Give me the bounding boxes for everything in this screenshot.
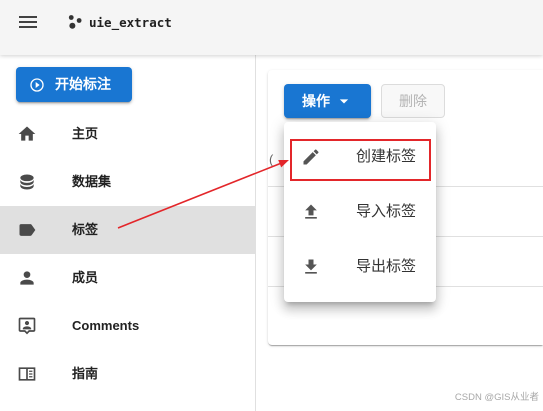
nav-list: 主页 数据集 标签 成员 Comments 指南	[0, 110, 255, 398]
delete-button[interactable]: 删除	[381, 84, 445, 118]
app-bar: uie_extract	[0, 0, 543, 55]
sidebar-item-comments[interactable]: Comments	[0, 302, 255, 350]
database-icon	[20, 174, 34, 190]
app-title: uie_extract	[89, 14, 172, 30]
download-icon	[305, 259, 317, 274]
label-icon	[19, 224, 36, 236]
menu-item-label: 创建标签	[356, 148, 417, 165]
home-icon	[18, 126, 36, 141]
icon-glyph	[19, 16, 37, 28]
start-annotation-label: 开始标注	[55, 76, 111, 92]
menu-item-create-label[interactable]: 创建标签	[284, 129, 436, 184]
icon-glyph	[76, 18, 82, 23]
icon-glyph	[69, 22, 76, 29]
icon-glyph	[18, 367, 36, 381]
icon-glyph	[305, 259, 317, 274]
app-window: uie_extract 开始标注 主页 数据集 标签 成员 Comments 指…	[0, 0, 543, 411]
icon-glyph	[18, 126, 36, 141]
sidebar-item-label: 指南	[72, 366, 99, 381]
actions-button-label: 操作	[302, 93, 330, 109]
icon-glyph	[305, 204, 317, 219]
actions-dropdown-button[interactable]: 操作	[284, 84, 371, 118]
sidebar-item-members[interactable]: 成员	[0, 254, 255, 302]
menu-item-import-labels[interactable]: 导入标签	[284, 184, 436, 239]
sidebar-item-label: Comments	[72, 318, 140, 333]
watermark: CSDN @GIS从业者	[454, 392, 539, 403]
sidebar-item-guideline[interactable]: 指南	[0, 350, 255, 398]
icon-glyph	[68, 15, 74, 20]
icon-glyph	[18, 317, 36, 335]
delete-button-label: 删除	[399, 93, 427, 109]
menu-item-label: 导入标签	[356, 203, 417, 220]
sidebar-item-label: 标签	[72, 222, 99, 237]
logo-icon	[68, 15, 82, 29]
sidebar-item-home[interactable]: 主页	[0, 110, 255, 158]
upload-icon	[305, 204, 317, 219]
icon-glyph	[19, 224, 36, 236]
account-icon	[20, 271, 34, 285]
sidebar-item-label: 主页	[72, 126, 99, 141]
icon-glyph	[339, 99, 349, 104]
app-brand-link[interactable]: uie_extract	[66, 12, 172, 32]
icon-glyph	[20, 174, 34, 190]
menu-item-export-labels[interactable]: 导出标签	[284, 239, 436, 294]
pencil-icon	[303, 148, 319, 164]
sidebar: 开始标注 主页 数据集 标签 成员 Comments 指南	[0, 55, 256, 411]
actions-menu: 创建标签 导入标签 导出标签	[284, 122, 436, 302]
comment-account-icon	[18, 317, 36, 335]
table-header-cell: (	[269, 152, 274, 167]
icon-glyph	[30, 77, 44, 92]
start-annotation-button[interactable]: 开始标注	[16, 67, 132, 102]
sidebar-item-dataset[interactable]: 数据集	[0, 158, 255, 206]
play-circle-outline-icon	[30, 77, 44, 92]
menu-down-icon	[339, 99, 349, 104]
menu-item-label: 导出标签	[356, 258, 417, 275]
menu-icon	[19, 16, 37, 28]
sidebar-item-label: 成员	[72, 270, 99, 285]
book-icon	[18, 367, 36, 381]
icon-glyph	[20, 271, 34, 285]
menu-button[interactable]	[16, 10, 40, 34]
sidebar-item-label: 数据集	[72, 174, 112, 189]
icon-glyph	[303, 148, 319, 164]
sidebar-item-labels[interactable]: 标签	[0, 206, 255, 254]
